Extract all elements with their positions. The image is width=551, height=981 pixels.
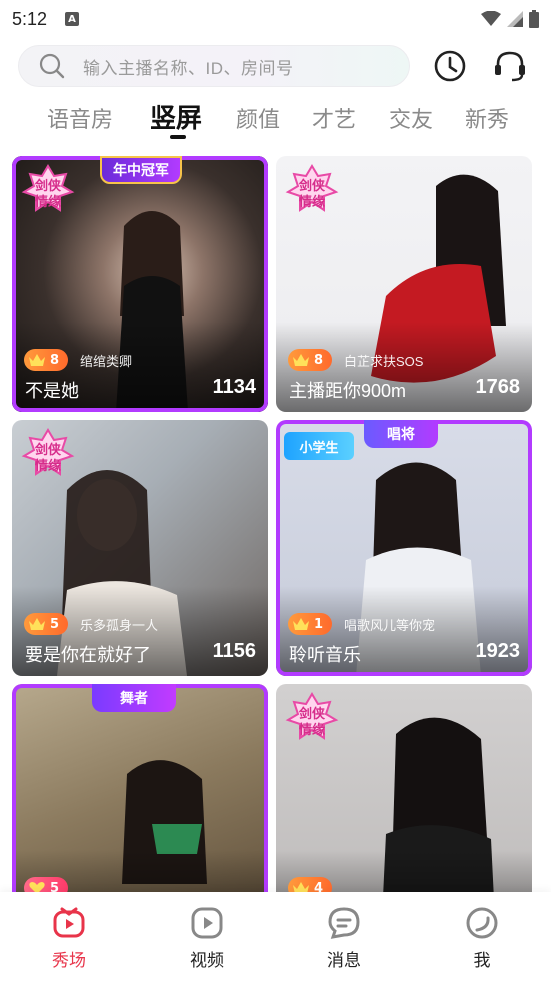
heart-icon bbox=[29, 882, 45, 892]
svg-text:情缘: 情缘 bbox=[299, 722, 325, 738]
notification-icon: A bbox=[65, 12, 80, 26]
svg-text:情缘: 情缘 bbox=[35, 458, 61, 474]
profile-icon bbox=[466, 907, 498, 939]
tab-newcomer[interactable]: 新秀 bbox=[465, 102, 509, 134]
tab-voice-room[interactable]: 语音房 bbox=[47, 102, 113, 134]
room-card[interactable]: 剑侠 情缘 5 乐多孤身一人 要是你在就好了 1156 bbox=[12, 420, 268, 676]
level-number: 5 bbox=[50, 616, 60, 632]
room-title: 要是你在就好了 bbox=[25, 645, 151, 665]
viewer-count: 1768 bbox=[475, 376, 521, 398]
room-grid: 年中冠军 剑侠 情缘 8 绾绾类卿 不是她 1134 剑侠 情缘 8 白芷求扶SOS… bbox=[12, 156, 532, 892]
svg-text:情缘: 情缘 bbox=[35, 194, 61, 210]
search-icon bbox=[39, 53, 65, 79]
search-placeholder: 输入主播名称、ID、房间号 bbox=[83, 58, 294, 78]
host-name: 唱歌风儿等你宠 bbox=[344, 618, 436, 633]
level-badge: 8 bbox=[288, 349, 332, 371]
category-tabs: 语音房 竖屏 颜值 才艺 交友 新秀 bbox=[0, 96, 551, 140]
room-title: 主播距你900m bbox=[289, 381, 407, 401]
viewer-count: 1134 bbox=[212, 376, 256, 398]
rank-badge: 小学生 bbox=[284, 432, 354, 460]
viewer-count: 1156 bbox=[212, 640, 256, 662]
ribbon-badge: 舞者 bbox=[92, 684, 176, 712]
host-name: 绾绾类卿 bbox=[80, 354, 133, 369]
nav-label: 我 bbox=[473, 951, 491, 970]
nav-item-video[interactable]: 视频 bbox=[172, 906, 242, 971]
signal-icon bbox=[507, 11, 523, 27]
history-button[interactable] bbox=[432, 48, 468, 84]
nav-item-messages[interactable]: 消息 bbox=[309, 906, 379, 971]
level-badge: 4 bbox=[288, 877, 332, 892]
nav-item-profile[interactable]: 我 bbox=[447, 906, 517, 971]
level-badge: 5 bbox=[24, 877, 68, 892]
ribbon-badge: 年中冠军 bbox=[100, 156, 182, 184]
svg-text:情缘: 情缘 bbox=[299, 194, 325, 210]
tab-looks[interactable]: 颜值 bbox=[236, 102, 280, 134]
sword-romance-sticker: 剑侠情缘 bbox=[285, 164, 339, 212]
customer-service-button[interactable] bbox=[492, 48, 528, 84]
level-number: 4 bbox=[314, 880, 324, 893]
svg-text:剑侠: 剑侠 bbox=[34, 442, 62, 458]
room-card[interactable]: 剑侠 情缘 4 bbox=[276, 684, 532, 892]
nav-label: 视频 bbox=[190, 951, 224, 970]
sword-romance-sticker: 剑侠情缘 bbox=[21, 428, 75, 476]
tab-friends[interactable]: 交友 bbox=[389, 102, 433, 134]
crown-icon bbox=[293, 882, 309, 892]
room-card[interactable]: 唱将 小学生 1 唱歌风儿等你宠 聆听音乐 1923 bbox=[276, 420, 532, 676]
nav-label: 消息 bbox=[327, 951, 361, 970]
sword-romance-sticker: 剑侠情缘 bbox=[285, 692, 339, 740]
nav-item-live-show[interactable]: 秀场 bbox=[34, 906, 104, 971]
sword-romance-sticker: 剑侠情缘 bbox=[21, 164, 75, 212]
clock-icon bbox=[434, 50, 466, 82]
level-number: 8 bbox=[50, 352, 60, 368]
message-icon bbox=[328, 907, 360, 939]
level-badge: 5 bbox=[24, 613, 68, 635]
status-time: 5:12 bbox=[12, 8, 48, 29]
nav-label: 秀场 bbox=[52, 951, 86, 970]
ribbon-badge: 唱将 bbox=[364, 420, 438, 448]
live-show-icon bbox=[53, 907, 85, 938]
active-tab-indicator bbox=[170, 135, 186, 139]
host-name: 白芷求扶SOS bbox=[344, 354, 424, 369]
status-bar: 5:12 A bbox=[0, 0, 551, 38]
tab-vertical-screen[interactable]: 竖屏 bbox=[150, 98, 202, 135]
level-number: 1 bbox=[314, 616, 324, 632]
crown-icon bbox=[29, 354, 45, 366]
viewer-count: 1923 bbox=[475, 640, 521, 662]
tab-talent[interactable]: 才艺 bbox=[312, 102, 356, 134]
level-number: 8 bbox=[314, 352, 324, 368]
room-card[interactable]: 舞者 5 bbox=[12, 684, 268, 892]
svg-text:剑侠: 剑侠 bbox=[34, 178, 62, 194]
room-title: 不是她 bbox=[25, 381, 79, 401]
search-input[interactable]: 输入主播名称、ID、房间号 bbox=[18, 45, 410, 87]
search-row: 输入主播名称、ID、房间号 bbox=[18, 44, 538, 88]
level-number: 5 bbox=[50, 880, 60, 893]
bottom-nav: 秀场 视频 消息 我 bbox=[0, 892, 551, 981]
wifi-icon bbox=[481, 11, 501, 26]
crown-icon bbox=[293, 618, 309, 630]
room-card[interactable]: 年中冠军 剑侠 情缘 8 绾绾类卿 不是她 1134 bbox=[12, 156, 268, 412]
battery-icon bbox=[529, 10, 539, 28]
crown-icon bbox=[29, 618, 45, 630]
level-badge: 1 bbox=[288, 613, 332, 635]
level-badge: 8 bbox=[24, 349, 68, 371]
host-name: 乐多孤身一人 bbox=[80, 618, 159, 633]
video-play-icon bbox=[191, 907, 223, 939]
room-title: 聆听音乐 bbox=[289, 645, 361, 665]
svg-text:剑侠: 剑侠 bbox=[298, 706, 326, 722]
crown-icon bbox=[293, 354, 309, 366]
room-card[interactable]: 剑侠 情缘 8 白芷求扶SOS 主播距你900m 1768 bbox=[276, 156, 532, 412]
svg-text:剑侠: 剑侠 bbox=[298, 178, 326, 194]
headset-icon bbox=[495, 51, 525, 82]
